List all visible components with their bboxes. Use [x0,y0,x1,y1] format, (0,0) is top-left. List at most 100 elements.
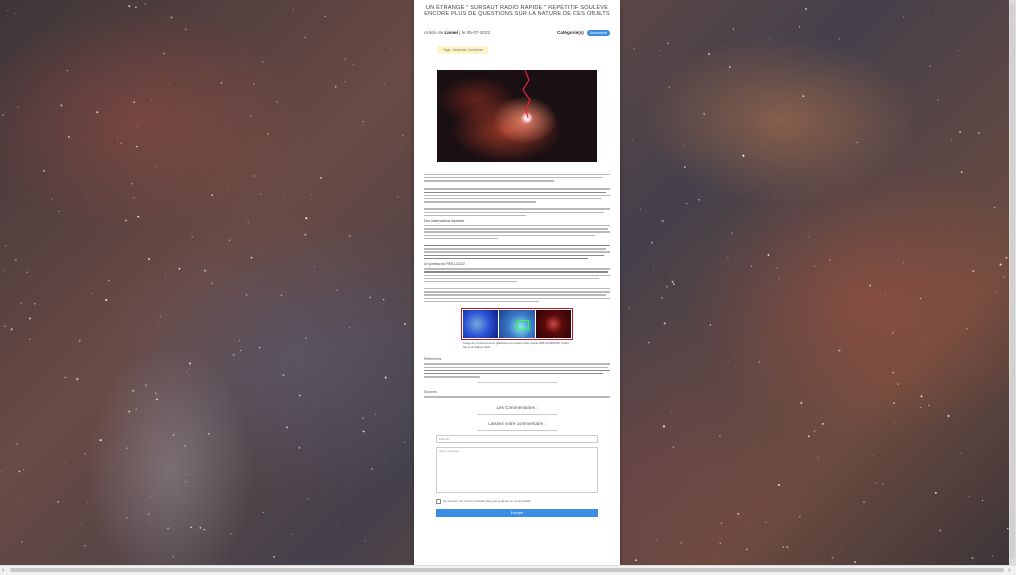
star [64,463,65,464]
star [800,402,802,404]
star [969,496,970,497]
figure-panel-b [499,310,534,338]
star [353,64,354,65]
star [673,447,675,449]
star [7,10,8,11]
star [937,99,939,101]
star [128,5,130,7]
star [259,347,260,348]
star [135,6,137,8]
star [894,421,895,422]
star [128,411,130,413]
sources-link[interactable] [424,396,610,397]
star [304,234,306,236]
star [18,106,19,107]
star [769,37,770,38]
star [363,431,365,433]
star [173,434,175,436]
star [103,493,104,494]
paragraph-6 [424,268,610,282]
star [308,498,310,500]
star [133,101,135,103]
vertical-scrollbar[interactable] [1009,0,1016,565]
star [151,521,152,522]
star [26,271,28,273]
star [349,235,351,237]
star [888,122,889,123]
star [276,101,278,103]
star [727,257,728,258]
star [246,294,247,295]
star [782,546,784,548]
name-input[interactable]: Pseudo [436,435,598,443]
star [653,265,654,266]
star [108,280,109,281]
star [728,361,729,362]
star [214,276,215,277]
star [311,194,312,195]
remember-checkbox[interactable] [436,499,441,504]
star [239,340,240,341]
star [947,415,949,417]
star [186,371,187,372]
star [961,453,962,454]
star [236,444,237,445]
horizontal-scroll-thumb[interactable] [10,568,1004,572]
star [14,13,15,14]
star [869,284,871,286]
intro-paragraph [424,174,610,182]
star [838,349,840,351]
star [106,228,107,229]
star [20,303,22,305]
star [87,501,88,502]
star [959,131,961,133]
star [934,541,935,542]
star [233,354,235,356]
tags-box[interactable]: Tags : #science, #universe [438,46,488,54]
star [237,178,238,179]
star [156,166,157,167]
article-title: UN ÉTRANGE " SURSAUT RADIO RAPIDE " RÉPÉ… [422,5,612,18]
star [137,216,139,218]
star [892,372,894,374]
star [148,258,150,260]
star [349,327,350,328]
star [671,277,672,278]
submit-button[interactable]: Envoyer [436,509,598,517]
star [1003,277,1004,278]
star [336,289,338,291]
star [666,286,668,288]
star [186,474,187,475]
star [664,322,666,324]
star [813,430,815,432]
star [885,294,886,295]
category-group: Catégorie(s) Astronomie [557,30,610,36]
star [189,369,190,370]
star [640,209,641,210]
category-badge[interactable]: Astronomie [587,30,610,36]
star [145,384,147,386]
star [390,49,391,50]
message-textarea[interactable]: Votre message [436,447,598,493]
star [58,211,59,212]
star [189,362,191,364]
star [337,525,338,526]
star [23,469,24,470]
star [87,195,88,196]
star [401,150,402,151]
star [822,423,824,425]
star [97,228,98,229]
star [267,133,269,135]
hero-image [437,70,597,162]
author-link[interactable]: Lionel [444,30,458,35]
star [160,316,161,317]
star [992,555,993,556]
star [67,70,69,72]
star [632,140,633,141]
star [299,395,300,396]
star [173,556,174,557]
star [787,546,789,548]
star [196,158,197,159]
vertical-scroll-thumb[interactable] [1010,3,1015,559]
star [624,305,625,306]
